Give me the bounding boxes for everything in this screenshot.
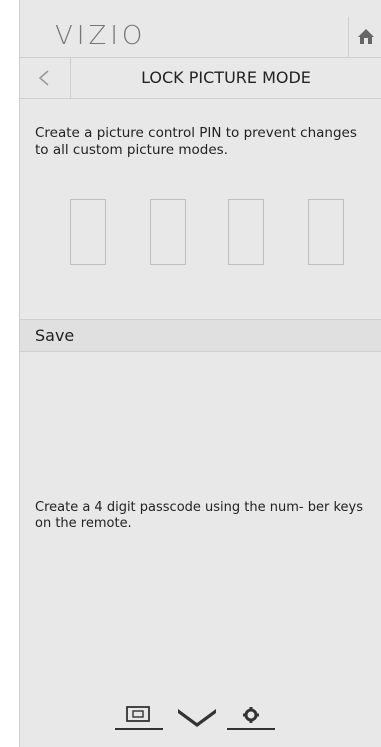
chevron-down-icon [178,709,216,727]
save-button[interactable]: Save [20,319,381,352]
pin-description: Create a picture control PIN to prevent … [35,125,357,158]
pin-digit-2[interactable] [150,199,186,265]
home-icon [358,29,374,44]
home-button[interactable] [348,17,381,57]
back-arrow-icon [38,70,49,86]
passcode-hint: Create a 4 digit passcode using the num-… [35,500,363,531]
save-label: Save [35,326,75,345]
pin-digit-1[interactable] [70,199,106,265]
input-button[interactable] [115,703,163,735]
pin-digit-4[interactable] [308,199,344,265]
settings-icon [227,707,275,730]
settings-panel: VIZIO LOCK PICTURE MODE Create a picture… [19,0,381,747]
bottom-nav [115,703,305,733]
back-button[interactable] [20,58,71,98]
vizio-logo: VIZIO [55,21,147,51]
title-bar: LOCK PICTURE MODE [20,57,381,99]
settings-button[interactable] [227,703,275,735]
pin-digit-3[interactable] [228,199,264,265]
input-icon [115,706,163,730]
menu-down-button[interactable] [175,703,219,735]
page-title: LOCK PICTURE MODE [141,68,311,87]
top-bar: VIZIO [20,17,381,57]
